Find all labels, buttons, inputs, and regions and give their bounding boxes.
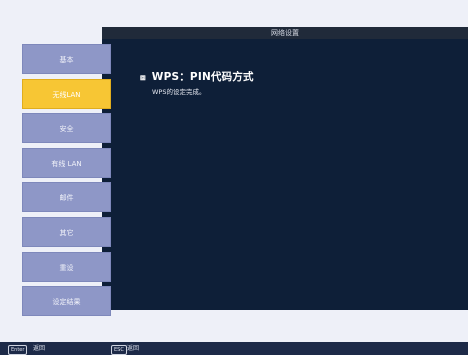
sidebar-item-other[interactable]: 其它: [22, 216, 111, 247]
enter-key-hint[interactable]: Enter: [8, 344, 28, 355]
wps-message: WPS的设定完成。: [152, 88, 206, 96]
sidebar-item-reset[interactable]: 重设: [22, 251, 111, 282]
sidebar-item-basic[interactable]: 基本: [22, 44, 111, 74]
wifi-icon: ⧈: [140, 73, 146, 83]
wps-title: ⧈ WPS：PIN代码方式: [140, 69, 254, 84]
esc-key-label: 返回: [127, 345, 140, 352]
sidebar-item-wireless-lan[interactable]: 无线LAN: [22, 78, 111, 109]
esc-key-hint[interactable]: ESC: [111, 344, 127, 355]
sidebar-item-mail[interactable]: 邮件: [22, 182, 111, 213]
sidebar-item-result[interactable]: 设定结果: [22, 286, 111, 317]
window-title: 网络设置: [102, 27, 468, 39]
sidebar-item-wired-lan[interactable]: 有线 LAN: [22, 147, 111, 178]
content-panel: ⧈ WPS：PIN代码方式 WPS的设定完成。: [102, 39, 468, 310]
wps-title-text: WPS：PIN代码方式: [151, 71, 254, 83]
sidebar: 基本 无线LAN 安全 有线 LAN 邮件 其它 重设 设定结果: [22, 44, 112, 321]
footer-bar: Enter 返回 ESC 返回: [0, 342, 468, 355]
sidebar-item-security[interactable]: 安全: [22, 113, 111, 144]
enter-key-label: 返回: [33, 345, 46, 352]
